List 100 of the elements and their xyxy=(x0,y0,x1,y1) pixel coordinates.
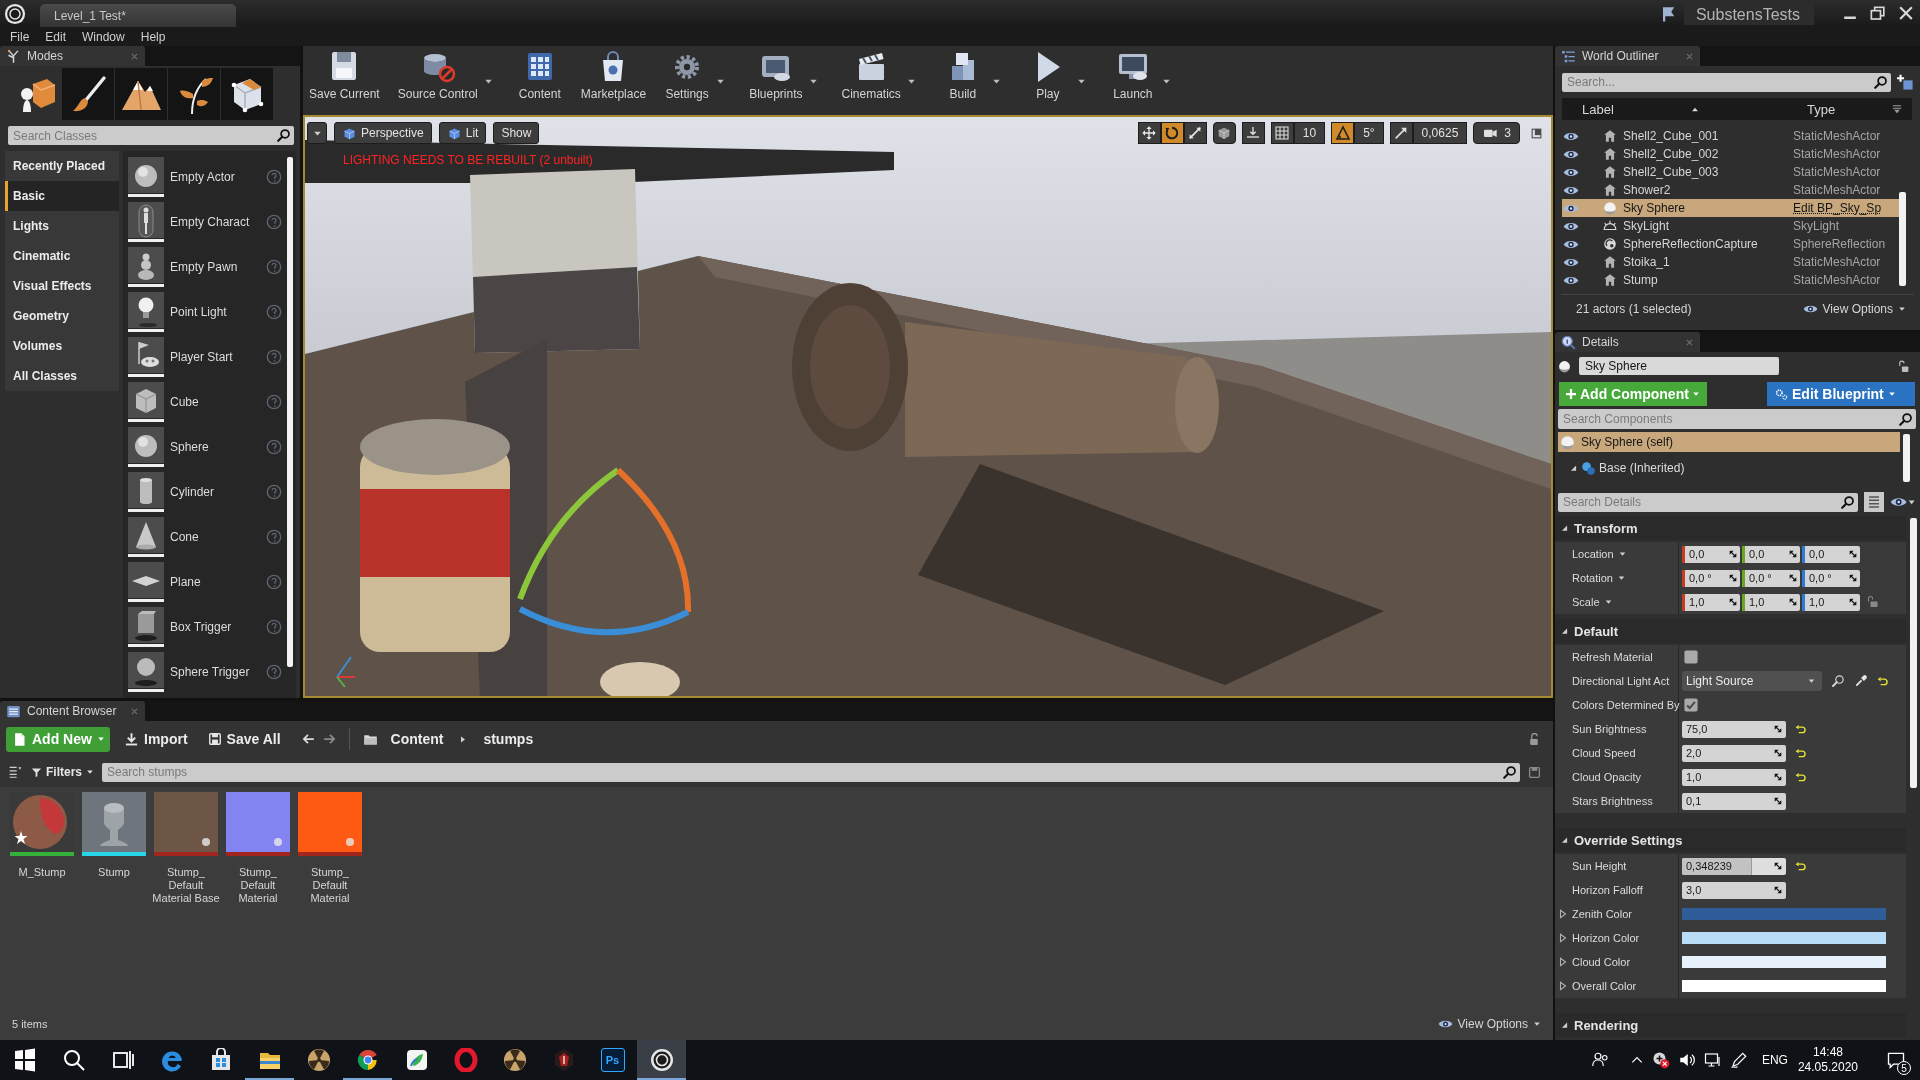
edit-blueprint-button[interactable]: Edit Blueprint xyxy=(1767,382,1915,406)
search-icon[interactable] xyxy=(1831,674,1845,688)
category-tab[interactable]: Cinematic xyxy=(5,241,119,271)
outliner-row[interactable]: Shell2_Cube_002 StaticMeshActor xyxy=(1562,145,1899,163)
actor-dropdown[interactable]: Light Source xyxy=(1682,671,1822,691)
taskbar-button[interactable] xyxy=(637,1040,686,1080)
section-header[interactable]: Default xyxy=(1555,619,1906,643)
category-tab[interactable]: All Classes xyxy=(5,361,119,391)
drag-handle-icon[interactable] xyxy=(1774,797,1782,805)
expand-arrow-icon[interactable] xyxy=(1560,1020,1569,1030)
mode-tab[interactable] xyxy=(221,68,273,120)
caret-icon[interactable] xyxy=(906,78,916,85)
asset-name[interactable]: Stump_ Default Material Base xyxy=(149,866,223,905)
class-name[interactable]: Sphere xyxy=(170,439,260,454)
view-options-button[interactable]: View Options xyxy=(1802,301,1906,316)
help-icon[interactable] xyxy=(266,213,282,230)
padlock-icon[interactable] xyxy=(1528,732,1541,746)
expand-arrow-icon[interactable] xyxy=(1560,835,1569,845)
padlock-icon[interactable] xyxy=(1897,359,1910,373)
drag-handle-icon[interactable] xyxy=(1774,773,1782,781)
scale-snap-size-button[interactable]: 0,0625 xyxy=(1412,122,1468,144)
caret-icon[interactable] xyxy=(1161,78,1171,85)
class-name[interactable]: Plane xyxy=(170,574,260,589)
y-value-field[interactable]: 0,0 ° xyxy=(1742,569,1800,587)
caret-icon[interactable] xyxy=(716,78,726,85)
scrollbar[interactable] xyxy=(1903,434,1910,482)
search-icon[interactable] xyxy=(1840,494,1855,510)
clock-date[interactable]: 24.05.2020 xyxy=(1797,1060,1858,1075)
caret-icon[interactable] xyxy=(483,78,493,85)
expand-arrow-icon[interactable] xyxy=(1560,626,1569,636)
grid-snap-button[interactable] xyxy=(1270,122,1294,144)
help-icon[interactable] xyxy=(266,483,282,500)
notification-button[interactable]: 5 xyxy=(1876,1040,1916,1080)
help-icon[interactable] xyxy=(266,303,282,320)
drag-handle-icon[interactable] xyxy=(1849,574,1857,582)
number-field[interactable]: 2,0 xyxy=(1682,744,1786,762)
expand-arrow-icon[interactable] xyxy=(1559,981,1567,991)
number-field[interactable]: 0,1 xyxy=(1682,792,1786,810)
asset-name[interactable]: M_Stump xyxy=(5,866,79,879)
drag-handle-icon[interactable] xyxy=(1789,598,1797,606)
category-tab[interactable]: Visual Effects xyxy=(5,271,119,301)
monitor-icon[interactable] xyxy=(1703,1051,1722,1069)
expand-arrow-icon[interactable] xyxy=(1569,463,1578,473)
x-value-field[interactable]: 0,0 ° xyxy=(1682,569,1740,587)
visibility-icon[interactable] xyxy=(1563,238,1579,250)
visibility-icon[interactable] xyxy=(1563,274,1579,286)
class-name[interactable]: Empty Actor xyxy=(170,169,260,184)
padlock-icon[interactable] xyxy=(1867,595,1879,609)
asset-name[interactable]: Stump_ Default Material xyxy=(293,866,367,905)
rotate-tool-button[interactable] xyxy=(1160,122,1184,144)
component-item[interactable]: Sky Sphere (self) xyxy=(1558,432,1900,452)
forward-arrow-icon[interactable] xyxy=(322,732,337,746)
launch-button[interactable]: Launch xyxy=(1105,50,1160,101)
add-actor-icon[interactable] xyxy=(1897,73,1914,91)
number-field[interactable]: 75,0 xyxy=(1682,720,1786,738)
search-icon[interactable] xyxy=(276,128,291,143)
content-browser-tab[interactable]: Content Browser xyxy=(0,701,145,721)
build-button[interactable]: Build xyxy=(935,50,990,101)
app-alert-icon[interactable] xyxy=(1651,1051,1670,1069)
edit-blueprint-link[interactable]: Edit BP_Sky_Sp xyxy=(1793,201,1882,215)
texture-thumbnail[interactable] xyxy=(298,792,362,856)
taskbar-button[interactable]: Ps xyxy=(588,1040,637,1080)
rotation-snap-button[interactable]: 5° xyxy=(1354,122,1384,144)
drag-handle-icon[interactable] xyxy=(1849,598,1857,606)
class-name[interactable]: Cone xyxy=(170,529,260,544)
eye-icon[interactable] xyxy=(1890,496,1916,508)
z-value-field[interactable]: 0,0 xyxy=(1802,545,1860,563)
asset-name[interactable]: Stump_ Default Material xyxy=(221,866,295,905)
outliner-row[interactable]: Stump StaticMeshActor xyxy=(1562,271,1899,289)
outliner-row[interactable]: Shell2_Cube_001 StaticMeshActor xyxy=(1562,127,1899,145)
save-all-button[interactable]: Save All xyxy=(201,726,287,752)
texture-thumbnail[interactable] xyxy=(226,792,290,856)
filters-button[interactable]: Filters xyxy=(31,762,94,782)
category-tab[interactable]: Recently Placed xyxy=(5,151,119,181)
details-tab[interactable]: Details xyxy=(1555,332,1700,352)
slider-field[interactable]: 0,348239 xyxy=(1682,857,1786,875)
show-button[interactable]: Show xyxy=(493,122,540,144)
drag-handle-icon[interactable] xyxy=(1774,862,1782,870)
reset-arrow-icon[interactable] xyxy=(1877,676,1888,686)
help-icon[interactable] xyxy=(266,393,282,410)
caret-icon[interactable] xyxy=(808,78,818,85)
viewport-menu-button[interactable] xyxy=(307,122,327,144)
drag-handle-icon[interactable] xyxy=(1729,598,1737,606)
help-icon[interactable] xyxy=(266,348,282,365)
visibility-icon[interactable] xyxy=(1563,148,1579,160)
section-header[interactable]: Rendering xyxy=(1555,1013,1906,1037)
source-control-button[interactable]: Source Control xyxy=(393,50,482,101)
outliner-row[interactable]: Shell2_Cube_003 StaticMeshActor xyxy=(1562,163,1899,181)
reset-arrow-icon[interactable] xyxy=(1795,861,1806,871)
drag-handle-icon[interactable] xyxy=(1789,550,1797,558)
help-icon[interactable] xyxy=(266,573,282,590)
settings-button[interactable]: Settings xyxy=(660,50,715,101)
cinematics-button[interactable]: Cinematics xyxy=(837,50,905,101)
caret-icon[interactable] xyxy=(1617,575,1626,581)
class-name[interactable]: Box Trigger xyxy=(170,619,260,634)
drag-handle-icon[interactable] xyxy=(1849,550,1857,558)
back-arrow-icon[interactable] xyxy=(300,732,315,746)
scrollbar[interactable] xyxy=(287,157,293,667)
people-icon[interactable] xyxy=(1591,1051,1610,1069)
drag-handle-icon[interactable] xyxy=(1729,550,1737,558)
